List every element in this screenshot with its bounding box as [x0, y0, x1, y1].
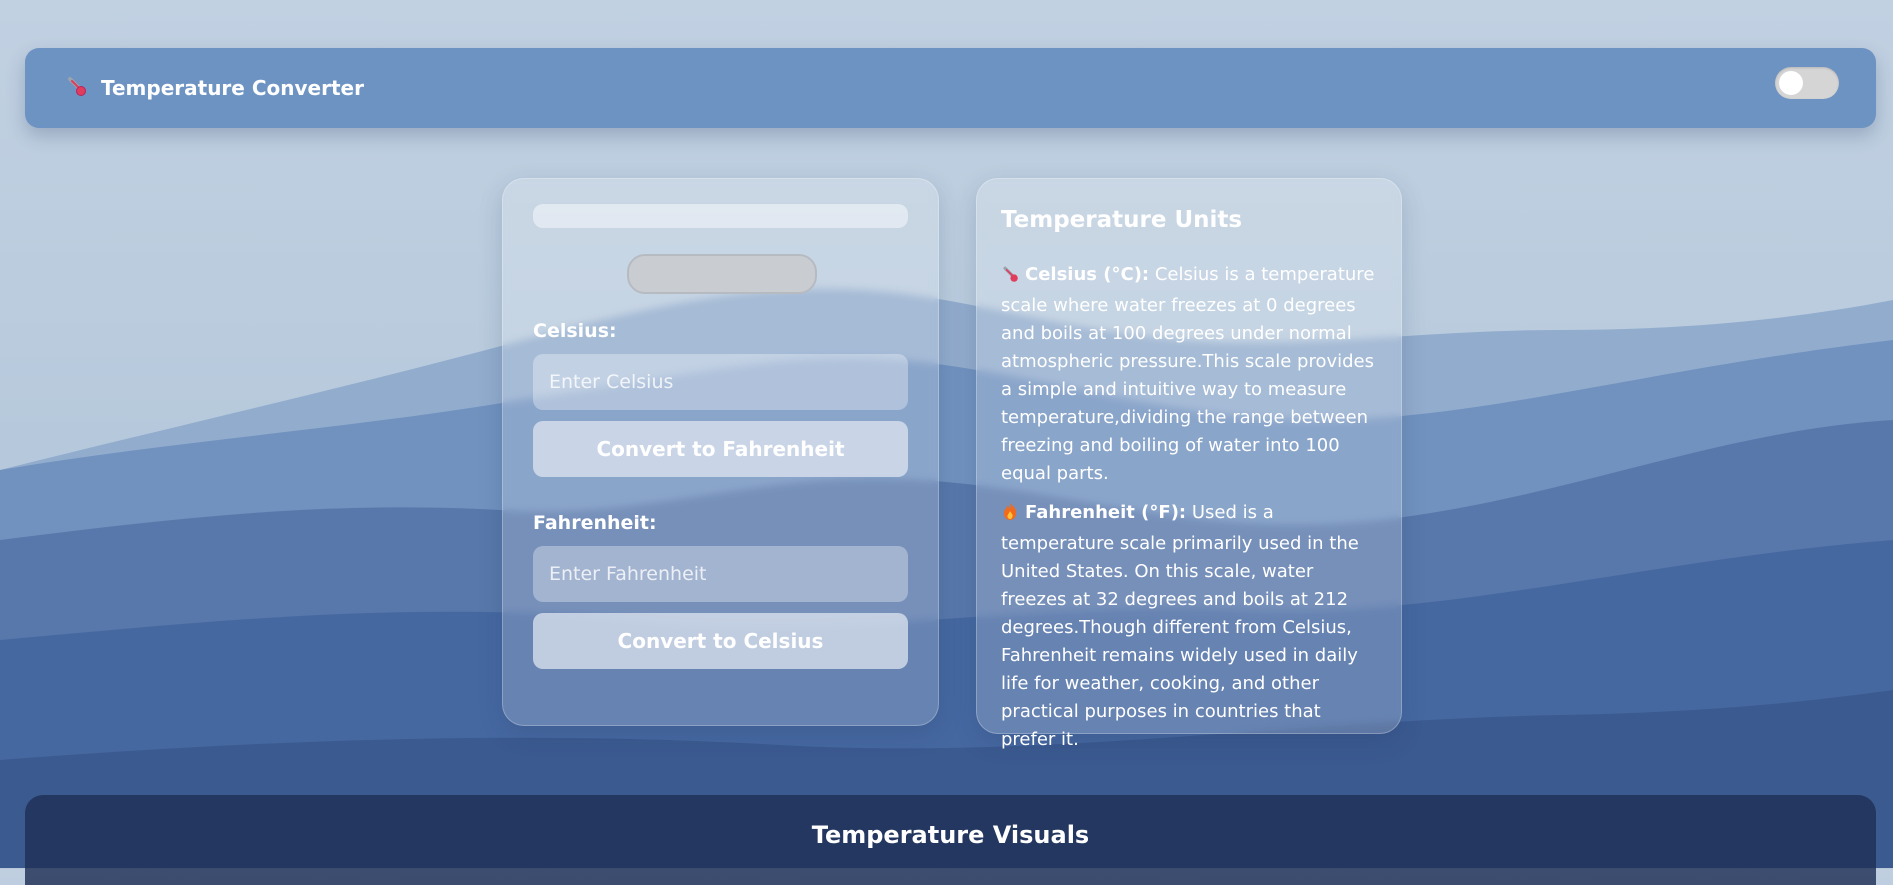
converter-card: Celsius: Convert to Fahrenheit Fahrenhei…: [502, 178, 939, 726]
convert-to-fahrenheit-button[interactable]: Convert to Fahrenheit: [533, 421, 908, 477]
navbar-brand: Temperature Converter: [65, 48, 364, 128]
info-title: Temperature Units: [1001, 207, 1243, 233]
top-navbar: Temperature Converter: [25, 48, 1876, 128]
fahrenheit-text: Used is a temperature scale primarily us…: [1001, 502, 1359, 750]
loading-placeholder-pill: [627, 254, 817, 294]
celsius-description: Celsius (°C): Celsius is a temperature s…: [1001, 261, 1379, 488]
thermometer-icon: [1001, 264, 1019, 292]
loading-placeholder-bar: [533, 204, 908, 228]
app-title: Temperature Converter: [101, 76, 364, 100]
visuals-title: Temperature Visuals: [811, 821, 1090, 849]
fire-icon: [1001, 501, 1019, 530]
fahrenheit-term: Fahrenheit (°F):: [1025, 502, 1187, 523]
temperature-units-card: Temperature Units Celsius (°C): Celsius …: [976, 178, 1402, 750]
celsius-label: Celsius:: [533, 320, 617, 342]
thermometer-icon: [65, 75, 87, 101]
fahrenheit-description: Fahrenheit (°F): Used is a temperature s…: [1001, 499, 1379, 754]
celsius-text: Celsius is a temperature scale where wat…: [1001, 264, 1375, 484]
celsius-input[interactable]: [533, 354, 908, 410]
toggle-knob: [1779, 71, 1803, 95]
convert-to-celsius-button[interactable]: Convert to Celsius: [533, 613, 908, 669]
visuals-section: Temperature Visuals: [25, 795, 1876, 885]
theme-toggle[interactable]: [1775, 67, 1839, 99]
mountain-background: [0, 0, 1893, 868]
fahrenheit-label: Fahrenheit:: [533, 512, 657, 534]
fahrenheit-input[interactable]: [533, 546, 908, 602]
celsius-term: Celsius (°C):: [1025, 264, 1150, 285]
